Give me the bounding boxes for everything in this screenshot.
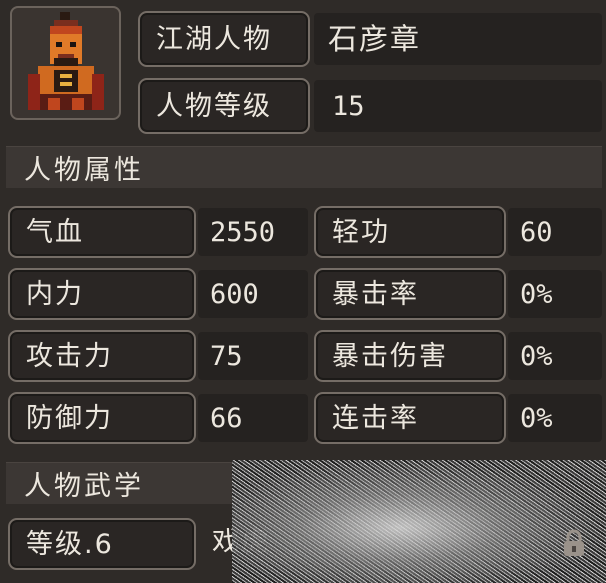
stat-agility-value: 60	[520, 217, 553, 248]
attributes-section-header: 人物属性	[6, 146, 602, 188]
stat-crit-damage-label-box: 暴击伤害	[314, 330, 506, 382]
name-label: 江湖人物	[156, 23, 272, 55]
stat-attack-label-box: 攻击力	[8, 330, 196, 382]
stat-mp-value: 600	[210, 279, 259, 310]
stat-attack-value: 75	[210, 341, 243, 372]
stat-crit-rate-label: 暴击率	[332, 278, 419, 310]
stat-agility-label-box: 轻功	[314, 206, 506, 258]
glitch-overlay	[232, 460, 606, 583]
martial-level-label: 等级.6	[26, 528, 114, 560]
stat-crit-rate-value: 0%	[520, 279, 553, 310]
stat-defense-label-box: 防御力	[8, 392, 196, 444]
stat-crit-damage-label: 暴击伤害	[332, 340, 448, 372]
stat-crit-damage-value: 0%	[520, 341, 553, 372]
stat-attack-label: 攻击力	[26, 340, 113, 372]
stat-combo-rate-label-box: 连击率	[314, 392, 506, 444]
level-label-box: 人物等级	[138, 78, 310, 134]
stat-crit-rate-label-box: 暴击率	[314, 268, 506, 320]
warrior-portrait-icon	[28, 12, 104, 110]
stat-agility-label: 轻功	[332, 216, 390, 248]
lock-icon[interactable]	[561, 529, 587, 557]
martial-level-box: 等级.6	[8, 518, 196, 570]
name-label-box: 江湖人物	[138, 11, 310, 67]
level-label: 人物等级	[156, 90, 272, 122]
stat-mp-label: 内力	[26, 278, 84, 310]
character-panel: 江湖人物 石彦章 人物等级 15 人物属性 气血 2550 内力 600 攻击力…	[0, 0, 606, 583]
character-level: 15	[332, 91, 365, 122]
character-name: 石彦章	[328, 22, 422, 56]
stat-defense-label: 防御力	[26, 402, 113, 434]
stat-mp-label-box: 内力	[8, 268, 196, 320]
martial-section-title: 人物武学	[24, 471, 144, 502]
stat-hp-value: 2550	[210, 217, 276, 248]
attributes-section-title: 人物属性	[24, 155, 144, 186]
stat-combo-rate-value: 0%	[520, 403, 553, 434]
stat-defense-value: 66	[210, 403, 243, 434]
stat-hp-label: 气血	[26, 216, 84, 248]
character-portrait	[10, 6, 121, 120]
stat-hp-label-box: 气血	[8, 206, 196, 258]
stat-combo-rate-label: 连击率	[332, 402, 419, 434]
